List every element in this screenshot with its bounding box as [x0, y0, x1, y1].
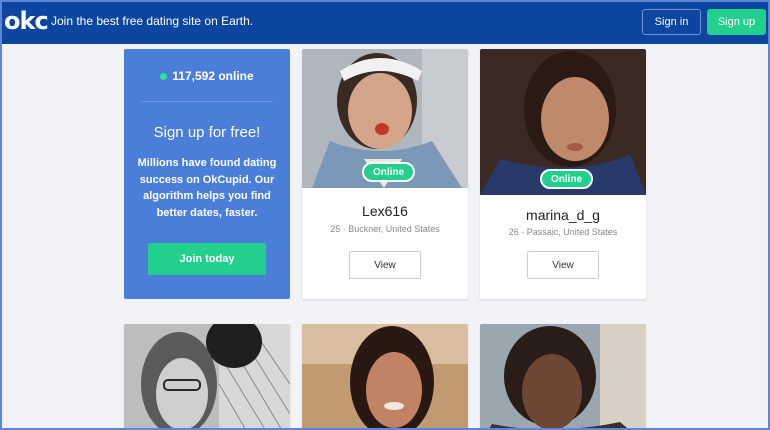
sign-up-button[interactable]: Sign up [707, 9, 766, 35]
online-badge: Online [362, 162, 416, 182]
online-count: 117,592 online [124, 69, 290, 83]
profile-card[interactable] [124, 324, 290, 430]
tagline: Join the best free dating site on Earth. [51, 14, 254, 28]
profile-photo[interactable] [124, 324, 290, 430]
profile-meta: 25 · Buckner, United States [330, 224, 440, 234]
promo-description: Millions have found dating success on Ok… [137, 157, 277, 219]
promo-divider [141, 101, 273, 102]
profile-card[interactable]: Online Lex616 25 · Buckner, United State… [302, 49, 468, 299]
profile-card[interactable] [302, 324, 468, 430]
online-count-label: 117,592 online [172, 69, 254, 83]
profile-photo[interactable] [302, 324, 468, 430]
profile-card[interactable] [480, 324, 646, 430]
okc-logo[interactable]: okc [4, 7, 49, 35]
join-today-button[interactable]: Join today [148, 243, 266, 275]
profile-username[interactable]: marina_d_g [480, 207, 646, 223]
view-profile-button[interactable]: View [527, 251, 599, 279]
sign-in-button[interactable]: Sign in [642, 9, 701, 35]
profile-username[interactable]: Lex616 [302, 203, 468, 219]
signup-promo-card: 117,592 online Sign up for free! Million… [124, 49, 290, 299]
profile-photo[interactable] [480, 324, 646, 430]
top-navigation-bar: okc Join the best free dating site on Ea… [0, 0, 770, 44]
promo-title: Sign up for free! [153, 124, 261, 141]
profile-meta: 26 · Passaic, United States [508, 227, 618, 237]
profile-card[interactable]: Online marina_d_g 26 · Passaic, United S… [480, 49, 646, 299]
online-badge: Online [540, 169, 594, 189]
online-dot-icon [160, 72, 168, 80]
view-profile-button[interactable]: View [349, 251, 421, 279]
